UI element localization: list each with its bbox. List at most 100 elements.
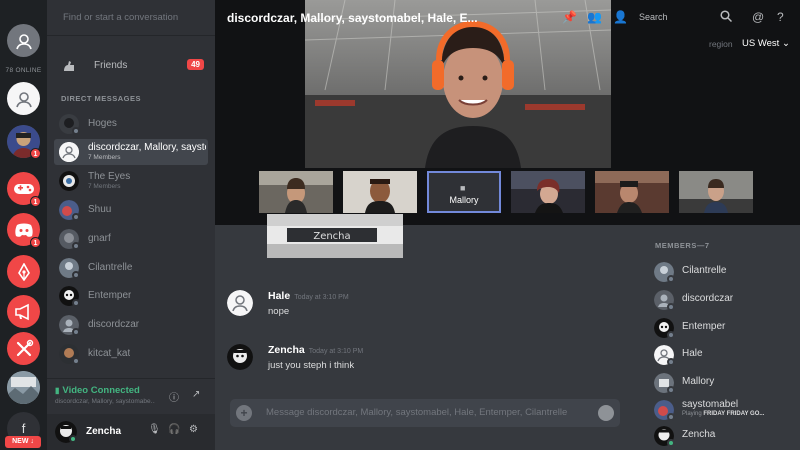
megaphone-icon[interactable] (7, 295, 40, 328)
dm-item[interactable]: Hoges (54, 111, 208, 137)
member-activity: Playing FRIDAY FRIDAY GO... (682, 411, 764, 417)
avatar (59, 171, 79, 191)
status-offline (667, 358, 675, 366)
participant-video-tile[interactable] (511, 171, 585, 213)
friends-wave-icon (62, 59, 76, 78)
server-rail: 78 ONLINE 1 1 1 f NEW ↓ (0, 0, 47, 450)
member-item[interactable]: saystomabel Playing FRIDAY FRIDAY GO... (654, 398, 800, 422)
dm-item[interactable]: discordczar (54, 312, 208, 338)
microphone-icon[interactable]: 🎙 (148, 424, 161, 435)
voice-connection-panel: ▮ Video Connected discordczar, Mallory, s… (47, 378, 215, 412)
user-panel: Zencha 🎙 🎧 ⚙ (47, 414, 215, 450)
dm-item[interactable]: kitcat_kat (54, 341, 208, 367)
participant-name: Mallory (449, 195, 479, 205)
upload-plus-icon[interactable]: + (236, 405, 252, 421)
dm-item[interactable]: Cilantrelle (54, 255, 208, 281)
dm-item-name: discordczar, Mallory, saystomabel... (88, 142, 206, 153)
photo-server-icon[interactable] (7, 371, 40, 404)
chevron-down-icon: ⌄ (781, 38, 790, 49)
activity-game: FRIDAY FRIDAY GO... (703, 411, 765, 417)
member-item[interactable]: Mallory (654, 371, 800, 395)
dm-sidebar: Find or start a conversation Friends 49 … (47, 0, 215, 450)
secondary-video-feed[interactable]: Zencha (267, 214, 403, 258)
member-item[interactable]: Zencha (654, 424, 800, 448)
avatar[interactable] (227, 344, 253, 370)
dm-search-placeholder: Find or start a conversation (63, 12, 179, 23)
member-name: Cilantrelle (682, 265, 727, 276)
participant-video-tile[interactable] (595, 171, 669, 213)
composer-placeholder: Message discordczar, Mallory, saystomabe… (266, 407, 568, 418)
message-composer[interactable]: + Message discordczar, Mallory, saystoma… (230, 399, 620, 427)
member-item[interactable]: Entemper (654, 316, 800, 340)
member-name: Zencha (682, 429, 716, 440)
add-friend-icon[interactable]: 👤 (613, 10, 628, 24)
voice-participants: discordczar, Mallory, saystomabe... (55, 398, 155, 405)
home-friends-icon[interactable] (7, 24, 40, 57)
dm-item-name: Hoges (88, 118, 117, 129)
disconnect-icon[interactable]: ↗ (192, 389, 200, 400)
dm-item[interactable]: Entemper (54, 283, 208, 309)
camera-off-icon: ■ (460, 183, 466, 193)
activity-prefix: Playing (682, 411, 702, 417)
message-author[interactable]: Zencha Today at 3:10 PM (268, 344, 363, 356)
member-item[interactable]: discordczar (654, 288, 800, 312)
headphones-icon[interactable]: 🎧 (168, 424, 180, 435)
participant-video-tile-selected[interactable]: ■ Mallory (427, 171, 501, 213)
group-dm-icon (59, 142, 79, 162)
dm-item-members: 7 Members (88, 183, 121, 190)
dm-item-group[interactable]: The Eyes 7 Members (54, 168, 208, 194)
participant-video-tile[interactable] (343, 171, 417, 213)
dm-item[interactable]: Shuu (54, 197, 208, 223)
unread-badge: 1 (30, 148, 41, 159)
status-offline (72, 299, 80, 307)
status-offline (667, 386, 675, 394)
dm-search-bar[interactable]: Find or start a conversation (47, 0, 215, 36)
conversation-title: discordczar, Mallory, saystomabel, Hale,… (227, 11, 478, 25)
member-item[interactable]: Hale (654, 343, 800, 367)
info-icon[interactable]: ⓘ (169, 389, 179, 404)
author-name: Zencha (268, 344, 305, 356)
dm-item-name: discordczar (88, 319, 140, 330)
search-icon[interactable] (720, 10, 733, 25)
message-timestamp: Today at 3:10 PM (294, 294, 349, 301)
pen-icon[interactable] (7, 255, 40, 288)
dm-item[interactable]: gnarf (54, 226, 208, 252)
region-select[interactable]: US West ⌄ (742, 38, 790, 49)
mention-icon[interactable]: @ (752, 10, 764, 24)
member-name: discordczar (682, 293, 734, 304)
member-name: Entemper (682, 321, 726, 332)
username: Zencha (86, 426, 122, 437)
dm-section-header: DIRECT MESSAGES (61, 94, 142, 103)
online-count: 78 ONLINE (5, 67, 42, 74)
participant-video-tile[interactable] (679, 171, 753, 213)
friends-nav-item[interactable]: Friends 49 (54, 56, 208, 76)
tools-icon[interactable] (7, 332, 40, 365)
new-unreads-pill[interactable]: NEW ↓ (5, 436, 41, 448)
friends-label: Friends (94, 60, 128, 71)
member-list: MEMBERS—7 Cilantrelle discordczar Entemp… (640, 225, 800, 450)
member-item[interactable]: Cilantrelle (654, 260, 800, 284)
avatar[interactable] (227, 290, 253, 316)
participant-video-tile[interactable] (259, 171, 333, 213)
pin-icon[interactable]: 📌 (562, 10, 577, 24)
status-offline (667, 413, 675, 421)
member-name: Hale (682, 348, 703, 359)
help-icon[interactable]: ? (777, 10, 784, 24)
search-input[interactable]: Search (633, 9, 697, 27)
dm-item-group-active[interactable]: discordczar, Mallory, saystomabel... 7 M… (54, 139, 208, 165)
direct-messages-icon[interactable] (7, 82, 40, 115)
status-online (667, 439, 675, 447)
status-offline (72, 328, 80, 336)
dm-item-name: The Eyes (88, 171, 131, 182)
message-author[interactable]: Hale Today at 3:10 PM (268, 290, 349, 302)
participant-thumbnails: ■ Mallory (257, 171, 757, 213)
emoji-picker-icon[interactable] (598, 405, 614, 421)
member-name: Mallory (682, 376, 715, 387)
members-icon[interactable]: 👥 (587, 10, 602, 24)
member-list-header: MEMBERS—7 (655, 241, 710, 250)
settings-gear-icon[interactable]: ⚙ (189, 424, 198, 435)
friends-pending-badge: 49 (187, 59, 204, 70)
voice-status: ▮ Video Connected (55, 385, 140, 396)
status-offline (667, 303, 675, 311)
region-value: US West (742, 38, 780, 49)
